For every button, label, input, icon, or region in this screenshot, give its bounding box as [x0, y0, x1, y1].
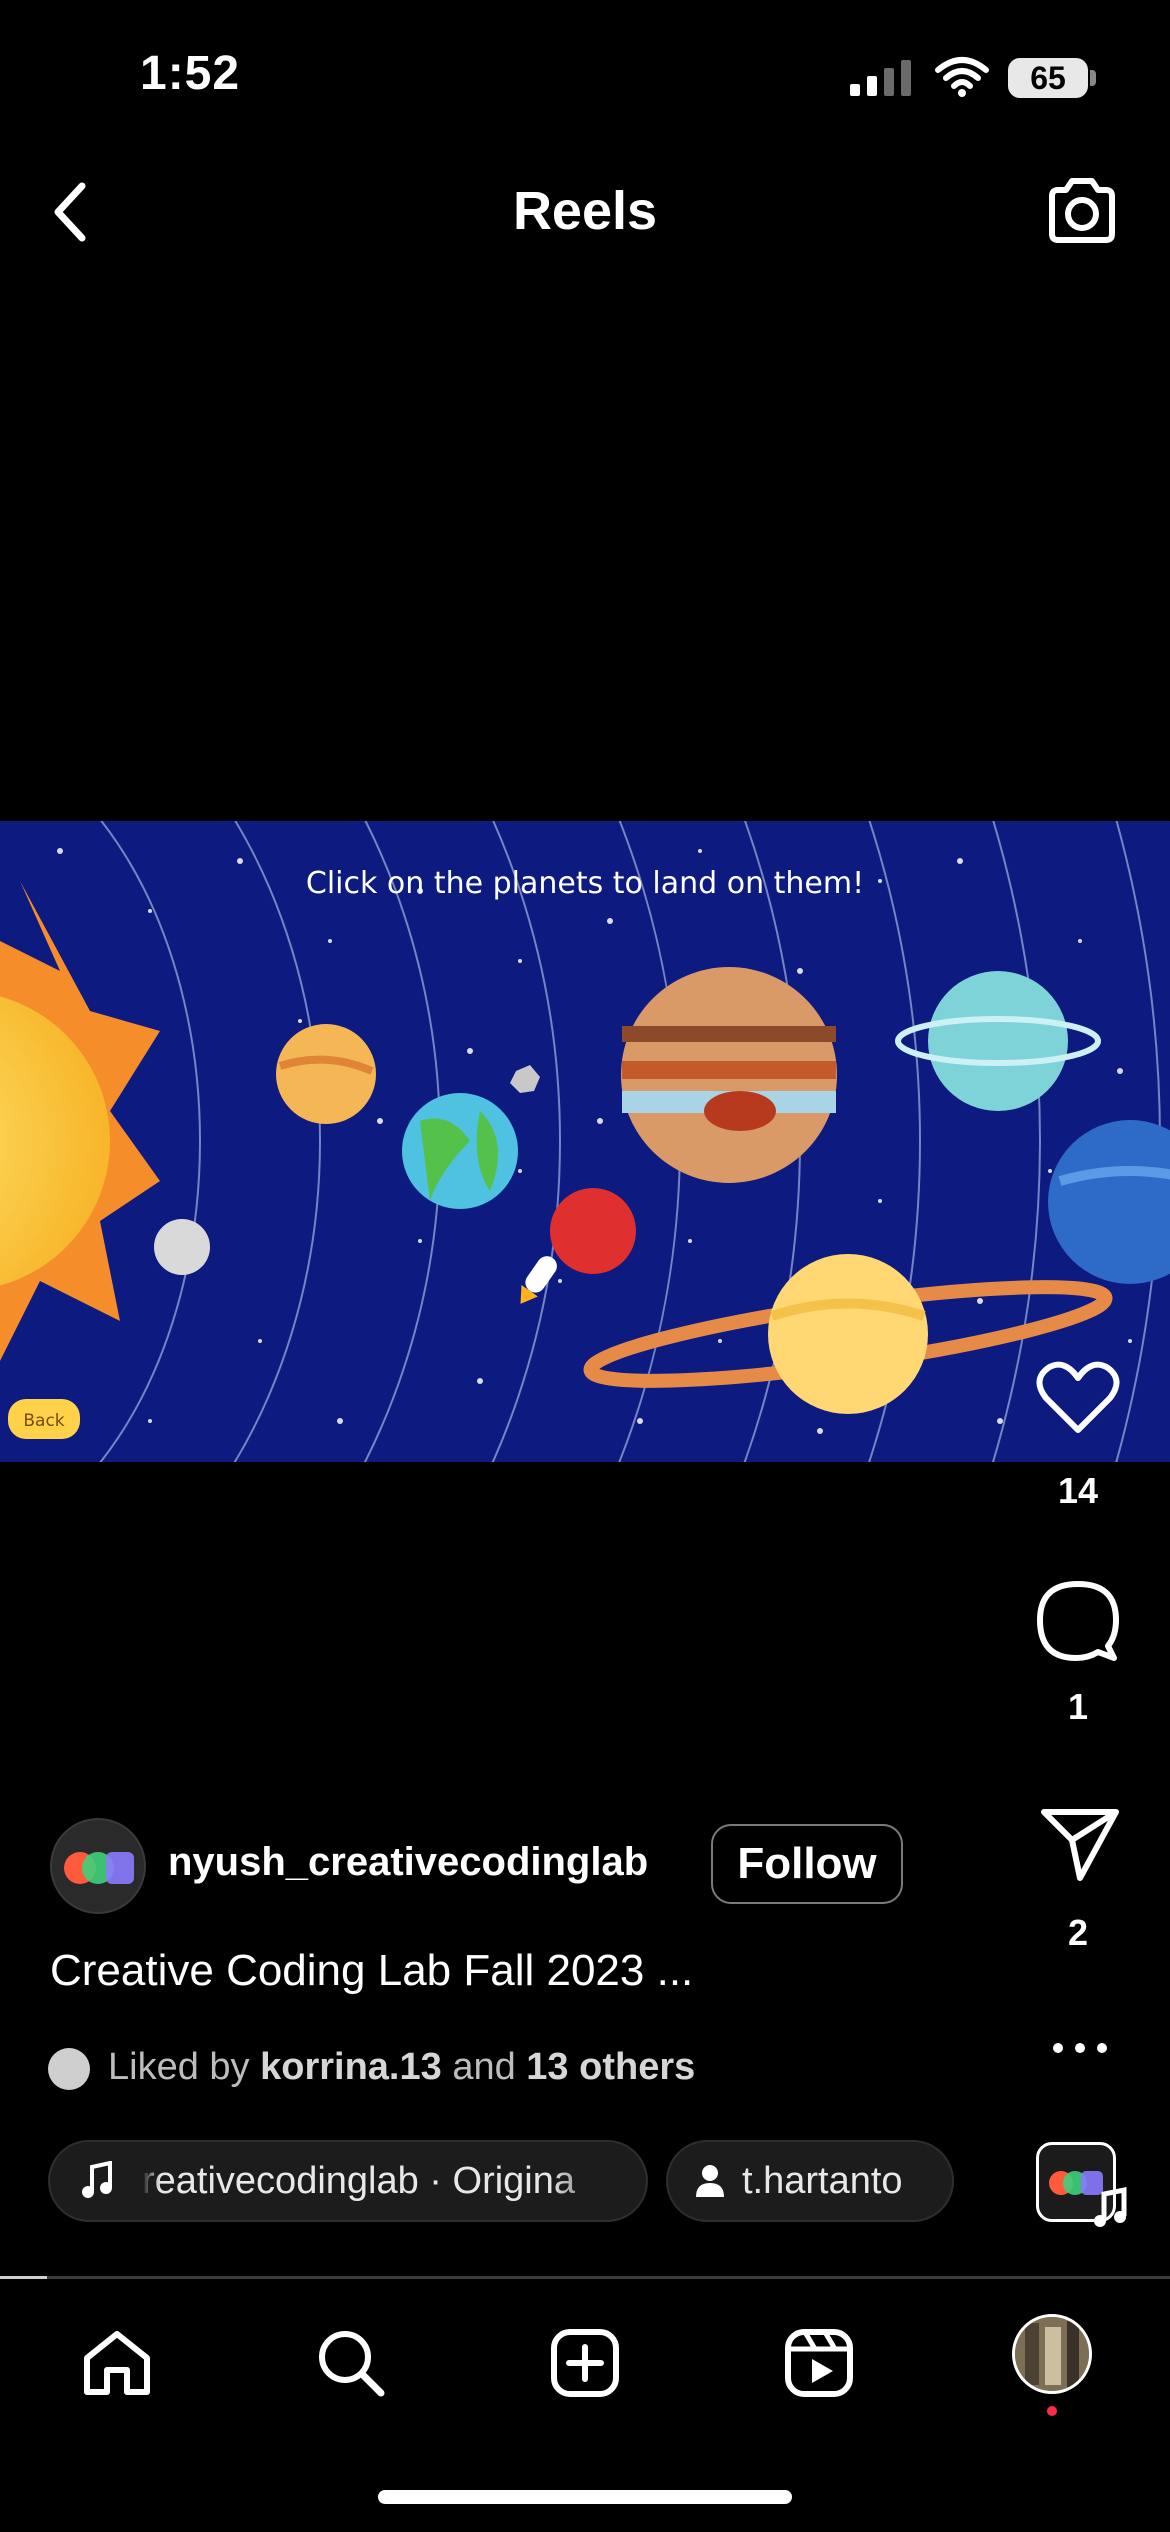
- liked-prefix: Liked by: [108, 2046, 250, 2088]
- tagged-username: t.hartanto: [742, 2159, 903, 2202]
- audio-music-note-icon: [1094, 2186, 1127, 2227]
- like-count: 14: [1057, 1470, 1099, 1511]
- person-icon: [696, 2165, 724, 2197]
- camera-icon[interactable]: [1044, 176, 1120, 246]
- search-icon: [319, 2331, 385, 2397]
- liker-avatar: [48, 2048, 90, 2090]
- battery-tip: [1090, 70, 1096, 86]
- home-indicator: [378, 2490, 792, 2504]
- audio-label: reativecodinglab · Origina: [142, 2159, 576, 2202]
- cellular-signal-icon: [850, 60, 911, 96]
- add-post-icon: [551, 2329, 619, 2397]
- liked-by-text[interactable]: Liked by korrina.13 and 13 others: [108, 2046, 695, 2089]
- post-caption[interactable]: Creative Coding Lab Fall 2023 ...: [50, 1946, 693, 1996]
- audio-pill[interactable]: reativecodinglab · Origina: [48, 2140, 648, 2222]
- music-note-icon: [82, 2161, 112, 2198]
- video-progress-fill: [0, 2276, 47, 2279]
- share-icon[interactable]: [1040, 1806, 1120, 1882]
- wifi-icon: [935, 57, 989, 97]
- liked-others[interactable]: 13 others: [526, 2046, 695, 2088]
- home-icon: [84, 2331, 150, 2395]
- nav-create[interactable]: [530, 2318, 640, 2408]
- nav-search[interactable]: [296, 2318, 406, 2408]
- tagged-user-pill[interactable]: t.hartanto: [666, 2140, 954, 2222]
- video-back-label: Back: [23, 1411, 64, 1431]
- video-overlay-text: Click on the planets to land on them!: [306, 866, 864, 901]
- creator-avatar[interactable]: [50, 1818, 146, 1914]
- status-time: 1:52: [140, 47, 241, 100]
- nav-reels[interactable]: [764, 2318, 874, 2408]
- solar-system-scene: Click on the planets to land on them! Ba…: [0, 821, 1170, 1462]
- more-options-icon[interactable]: [1050, 2040, 1110, 2056]
- profile-notification-dot: [1047, 2406, 1057, 2416]
- comment-icon[interactable]: [1036, 1578, 1120, 1662]
- video-progress-track[interactable]: [0, 2276, 1170, 2279]
- liked-user[interactable]: korrina.13: [260, 2046, 442, 2088]
- creator-username[interactable]: nyush_creativecodinglab: [168, 1840, 648, 1885]
- reel-video[interactable]: Click on the planets to land on them! Ba…: [0, 821, 1170, 1462]
- reels-icon: [785, 2329, 853, 2397]
- comment-count: 1: [1067, 1686, 1089, 1727]
- liked-and: and: [452, 2046, 516, 2088]
- follow-button[interactable]: Follow: [711, 1824, 903, 1904]
- share-count: 2: [1067, 1912, 1089, 1953]
- heart-icon[interactable]: [1036, 1360, 1120, 1436]
- nav-profile-avatar[interactable]: [1012, 2314, 1092, 2394]
- page-title: Reels: [512, 181, 658, 241]
- nav-home[interactable]: [62, 2318, 172, 2408]
- battery-indicator: 65: [1008, 58, 1088, 98]
